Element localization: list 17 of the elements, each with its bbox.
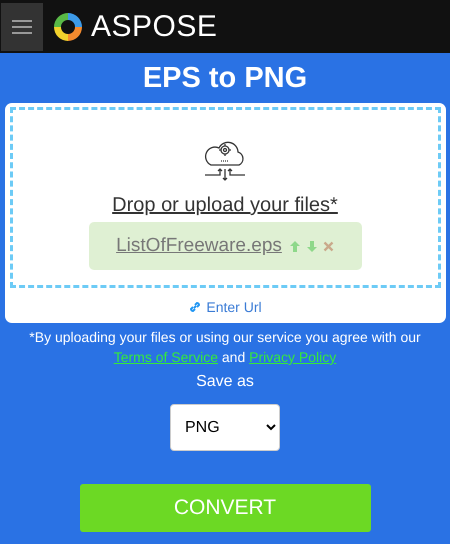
consent-text: *By uploading your files or using our service you agree with our Terms of Service and Privacy Policy bbox=[29, 328, 421, 367]
format-select[interactable]: PNG bbox=[170, 404, 280, 451]
logo-text[interactable]: ASPOSE bbox=[91, 10, 218, 44]
menu-icon bbox=[12, 20, 32, 34]
move-up-icon[interactable] bbox=[288, 240, 301, 252]
page-title: EPS to PNG bbox=[142, 61, 308, 96]
save-as-label: Save as bbox=[196, 373, 254, 391]
upload-prompt[interactable]: Drop or upload your files* bbox=[112, 194, 338, 217]
link-icon bbox=[188, 300, 202, 314]
terms-link[interactable]: Terms of Service bbox=[114, 349, 218, 365]
enter-url-link[interactable]: Enter Url bbox=[188, 299, 262, 315]
move-down-icon[interactable] bbox=[306, 240, 318, 252]
privacy-link[interactable]: Privacy Policy bbox=[249, 349, 336, 365]
menu-button[interactable] bbox=[1, 2, 43, 50]
file-name[interactable]: ListOfFreeware.eps bbox=[116, 235, 282, 257]
drop-zone[interactable]: Drop or upload your files* ListOfFreeware.eps bbox=[10, 107, 440, 288]
remove-icon[interactable] bbox=[322, 240, 334, 252]
